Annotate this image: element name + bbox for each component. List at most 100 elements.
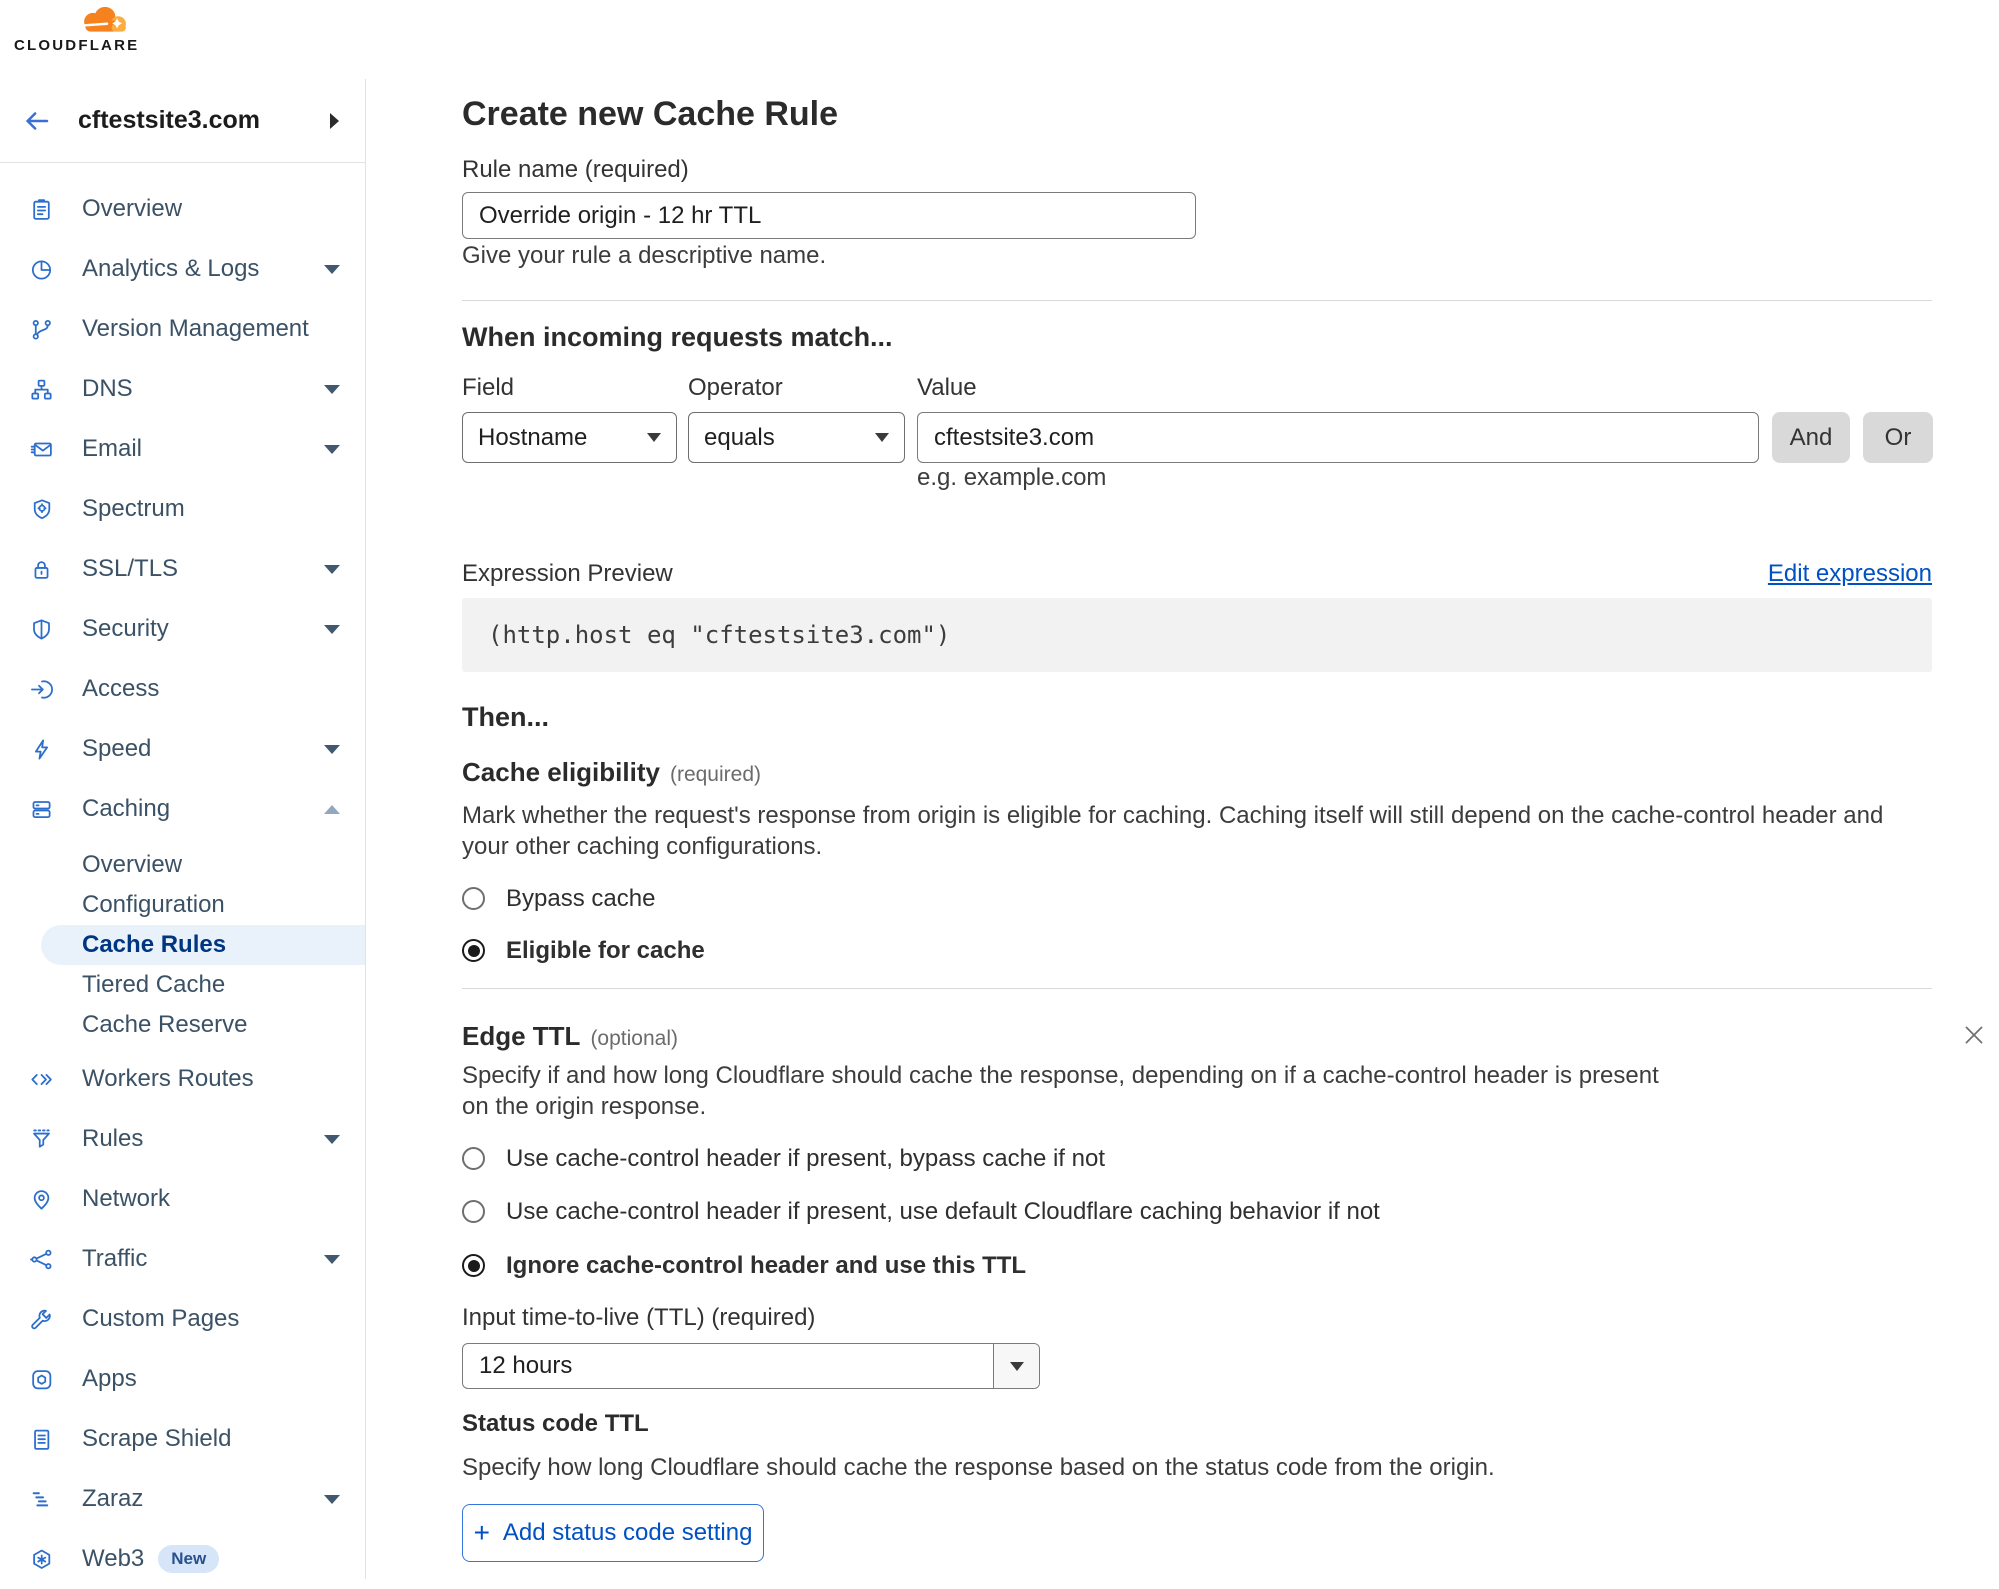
back-arrow-icon[interactable]: [22, 106, 52, 136]
radio-unselected-icon[interactable]: [462, 1200, 485, 1223]
sidebar-item-label: Web3: [82, 1545, 145, 1572]
field-label: Field: [462, 374, 515, 401]
clipboard-icon: [33, 198, 50, 220]
site-selector[interactable]: cftestsite3.com: [0, 79, 365, 163]
sidebar-subitem-cache-reserve[interactable]: Cache Reserve: [0, 1005, 365, 1045]
caret-right-icon[interactable]: [330, 112, 339, 129]
sidebar-item-traffic[interactable]: Traffic: [0, 1229, 365, 1289]
sidebar-item-overview[interactable]: Overview: [0, 179, 365, 239]
cache-stack-icon: [32, 800, 51, 818]
edge-ttl-description: Specify if and how long Cloudflare shoul…: [462, 1062, 1659, 1120]
filter-icon: [33, 1129, 50, 1148]
sidebar-item-caching[interactable]: Caching: [0, 779, 365, 839]
sidebar-subitem-configuration[interactable]: Configuration: [0, 885, 365, 925]
sidebar-item-access[interactable]: Access: [0, 659, 365, 719]
code-brackets-icon: [31, 1073, 52, 1085]
add-status-code-label: Add status code setting: [502, 1519, 753, 1546]
sidebar-item-version-management[interactable]: Version Management: [0, 299, 365, 359]
operator-label: Operator: [688, 374, 783, 401]
radio-label: Bypass cache: [506, 884, 656, 912]
cloudflare-logo: CLOUDFLARE: [14, 3, 138, 54]
sidebar-item-network[interactable]: Network: [0, 1169, 365, 1229]
sidebar-item-label: Overview: [82, 195, 183, 222]
edit-expression-link[interactable]: Edit expression: [1768, 560, 1932, 588]
chevron-down-icon: [324, 564, 340, 574]
cache-eligibility-title-text: Cache eligibility: [462, 757, 660, 787]
sidebar-item-label: Workers Routes: [82, 1065, 254, 1092]
and-button[interactable]: And: [1772, 412, 1850, 463]
chevron-down-icon: [324, 1134, 340, 1144]
edge-ttl-option-default[interactable]: Use cache-control header if present, use…: [462, 1198, 1380, 1225]
git-branch-icon: [32, 319, 51, 340]
edge-ttl-option-ignore[interactable]: Ignore cache-control header and use this…: [462, 1251, 1027, 1279]
operator-select[interactable]: equals: [688, 412, 905, 463]
radio-unselected-icon[interactable]: [462, 1147, 485, 1170]
caching-subnav: Overview Configuration Cache Rules Tiere…: [0, 845, 365, 1045]
chevron-down-icon: [647, 433, 661, 442]
cache-eligibility-title: Cache eligibility (required): [462, 757, 761, 788]
login-arrow-icon: [31, 679, 53, 699]
sidebar-item-analytics-logs[interactable]: Analytics & Logs: [0, 239, 365, 299]
radio-label: Eligible for cache: [506, 936, 705, 964]
sidebar-subitem-caching-overview[interactable]: Overview: [0, 845, 365, 885]
sidebar-item-security[interactable]: Security: [0, 599, 365, 659]
or-button[interactable]: Or: [1863, 412, 1933, 463]
sidebar-item-ssl-tls[interactable]: SSL/TLS: [0, 539, 365, 599]
sidebar-item-zaraz[interactable]: Zaraz: [0, 1469, 365, 1529]
sidebar-item-dns[interactable]: DNS: [0, 359, 365, 419]
chevron-down-icon: [324, 744, 340, 754]
sidebar-item-web3[interactable]: Web3 New: [0, 1529, 365, 1589]
close-edge-ttl-button[interactable]: [1961, 1022, 1987, 1053]
edge-ttl-option-bypass[interactable]: Use cache-control header if present, byp…: [462, 1144, 1105, 1172]
sidebar-item-workers-routes[interactable]: Workers Routes: [0, 1049, 365, 1109]
status-code-ttl-title: Status code TTL: [462, 1410, 649, 1437]
expression-code-block: (http.host eq "cftestsite3.com"): [462, 598, 1932, 672]
add-status-code-setting-button[interactable]: + Add status code setting: [462, 1504, 764, 1562]
share-network-icon: [29, 1249, 52, 1269]
sidebar-item-label: Analytics & Logs: [82, 255, 260, 282]
hierarchy-icon: [31, 379, 52, 400]
sidebar-item-label: Rules: [82, 1125, 144, 1152]
subitem-label: Cache Reserve: [82, 1011, 248, 1038]
subitem-label: Tiered Cache: [82, 971, 226, 998]
sidebar-item-label: Security: [82, 615, 169, 642]
main-content: Create new Cache Rule Rule name (require…: [367, 0, 1999, 1579]
subitem-label: Overview: [82, 851, 183, 878]
sidebar-item-speed[interactable]: Speed: [0, 719, 365, 779]
rule-name-input[interactable]: [462, 192, 1196, 239]
operator-select-value: equals: [704, 423, 775, 451]
sidebar-item-spectrum[interactable]: Spectrum: [0, 479, 365, 539]
sidebar-item-label: Apps: [82, 1365, 137, 1392]
expression-code: (http.host eq "cftestsite3.com"): [488, 621, 951, 649]
sidebar-item-custom-pages[interactable]: Custom Pages: [0, 1289, 365, 1349]
sidebar-item-label: Zaraz: [82, 1485, 144, 1512]
brand-wordmark: CLOUDFLARE: [14, 37, 140, 54]
radio-label: Use cache-control header if present, byp…: [506, 1144, 1105, 1172]
sidebar-item-label: DNS: [82, 375, 133, 402]
sidebar-item-rules[interactable]: Rules: [0, 1109, 365, 1169]
sidebar-item-apps[interactable]: Apps: [0, 1349, 365, 1409]
close-icon: [1965, 1026, 1983, 1044]
sidebar-subitem-cache-rules[interactable]: Cache Rules: [41, 925, 365, 965]
ttl-select-button[interactable]: [993, 1344, 1039, 1388]
edge-ttl-title-text: Edge TTL: [462, 1021, 581, 1051]
sidebar: cftestsite3.com Overview Analytics & Log…: [0, 79, 366, 1579]
shield-gear-icon: [33, 498, 51, 519]
bypass-cache-option[interactable]: Bypass cache: [462, 884, 656, 912]
radio-unselected-icon[interactable]: [462, 887, 485, 910]
field-select[interactable]: Hostname: [462, 412, 677, 463]
radio-selected-icon[interactable]: [462, 939, 485, 962]
envelope-icon: [30, 442, 52, 456]
radio-label: Ignore cache-control header and use this…: [506, 1251, 1027, 1279]
sidebar-subitem-tiered-cache[interactable]: Tiered Cache: [0, 965, 365, 1005]
ttl-select[interactable]: 12 hours: [462, 1343, 1040, 1389]
subitem-label: Configuration: [82, 891, 225, 918]
subitem-label: Cache Rules: [82, 931, 227, 958]
eligible-for-cache-option[interactable]: Eligible for cache: [462, 936, 705, 964]
sidebar-item-email[interactable]: Email: [0, 419, 365, 479]
radio-selected-icon[interactable]: [462, 1254, 485, 1277]
sidebar-item-scrape-shield[interactable]: Scrape Shield: [0, 1409, 365, 1469]
section-divider: [462, 300, 1932, 301]
sidebar-nav: Overview Analytics & Logs Version Manage…: [0, 163, 365, 1589]
value-input[interactable]: [917, 412, 1759, 463]
